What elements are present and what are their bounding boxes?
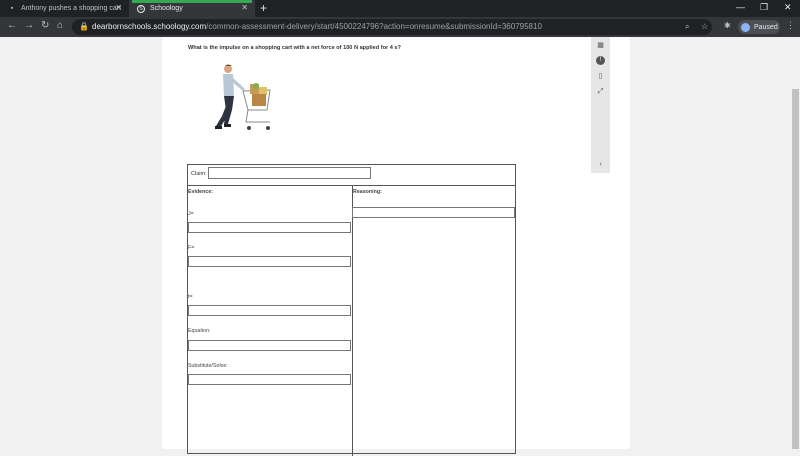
home-icon[interactable]: ⌂: [57, 20, 63, 31]
forward-icon[interactable]: →: [24, 20, 34, 31]
profile-status: Paused: [754, 23, 778, 31]
collapse-chevron-icon[interactable]: ‹: [596, 160, 605, 169]
bookmark-star-icon[interactable]: ☆: [701, 22, 708, 31]
back-icon[interactable]: ←: [7, 20, 17, 31]
scrollbar[interactable]: [791, 37, 800, 449]
minimize-icon[interactable]: —: [736, 2, 745, 12]
tab-loading-bar: [132, 0, 252, 3]
t-label: t=: [188, 294, 193, 300]
schoology-logo-icon: S: [137, 4, 145, 13]
reload-icon[interactable]: ↻: [41, 20, 49, 31]
browser-tab-title: Anthony pushes a shopping cart: [21, 5, 122, 12]
device-icon[interactable]: ▯: [596, 72, 605, 81]
calculator-icon[interactable]: ▦: [596, 41, 605, 50]
evidence-label: Evidence:: [188, 189, 214, 195]
substitute-solve-input[interactable]: [188, 374, 351, 385]
f-label: F=: [188, 245, 195, 251]
shopping-cart-illustration: [215, 64, 271, 130]
browser-tab-1[interactable]: ▪ Anthony pushes a shopping cart ✕: [0, 0, 129, 17]
equation-label: Equation:: [188, 328, 211, 334]
claim-row: Claim:: [188, 165, 515, 186]
equation-input[interactable]: [188, 340, 351, 351]
browser-tab-strip: ▪ Anthony pushes a shopping cart ✕ S Sch…: [0, 0, 800, 17]
address-bar[interactable]: 🔒 dearbornschools.schoology.com/common-a…: [72, 19, 712, 35]
close-tab-icon[interactable]: ✕: [115, 3, 122, 12]
profile-button[interactable]: Paused: [738, 20, 780, 34]
close-tab-icon[interactable]: ✕: [241, 3, 248, 12]
fullscreen-icon[interactable]: ⤢: [596, 87, 605, 96]
address-toolbar: ← → ↻ ⌂ 🔒 dearbornschools.schoology.com/…: [0, 17, 800, 37]
reasoning-label: Reasoning:: [353, 189, 382, 195]
document-icon: ▪: [10, 5, 14, 12]
reasoning-input[interactable]: [352, 207, 515, 218]
window-close-icon[interactable]: ✕: [784, 2, 792, 13]
j-label: J=: [188, 211, 194, 217]
info-icon[interactable]: !: [596, 56, 605, 65]
t-input[interactable]: [188, 305, 351, 316]
extensions-icon[interactable]: ✱: [724, 21, 731, 30]
lock-icon[interactable]: 🔒: [79, 22, 89, 31]
j-input[interactable]: [188, 222, 351, 233]
restore-icon[interactable]: ❐: [760, 2, 768, 13]
new-tab-icon[interactable]: +: [260, 1, 267, 15]
url-text[interactable]: dearbornschools.schoology.com/common-ass…: [92, 22, 542, 31]
claim-label: Claim:: [191, 171, 207, 177]
menu-icon[interactable]: ⋮: [786, 20, 795, 31]
scrollbar-thumb[interactable]: [792, 89, 799, 449]
question-prompt: What is the impulse on a shopping cart w…: [188, 45, 401, 51]
substitute-solve-label: Substitute/Solve:: [188, 363, 228, 369]
f-input[interactable]: [188, 256, 351, 267]
avatar: [741, 22, 750, 32]
browser-tab-title: Schoology: [150, 5, 183, 12]
zoom-search-icon[interactable]: ⌕: [685, 22, 689, 32]
claim-input[interactable]: [208, 167, 371, 179]
tool-panel: ▦ ! ▯ ⤢ ‹: [591, 37, 610, 173]
column-divider: [352, 186, 353, 456]
cer-table: Claim: Evidence: Reasoning: J= F= t= Equ…: [187, 164, 516, 456]
